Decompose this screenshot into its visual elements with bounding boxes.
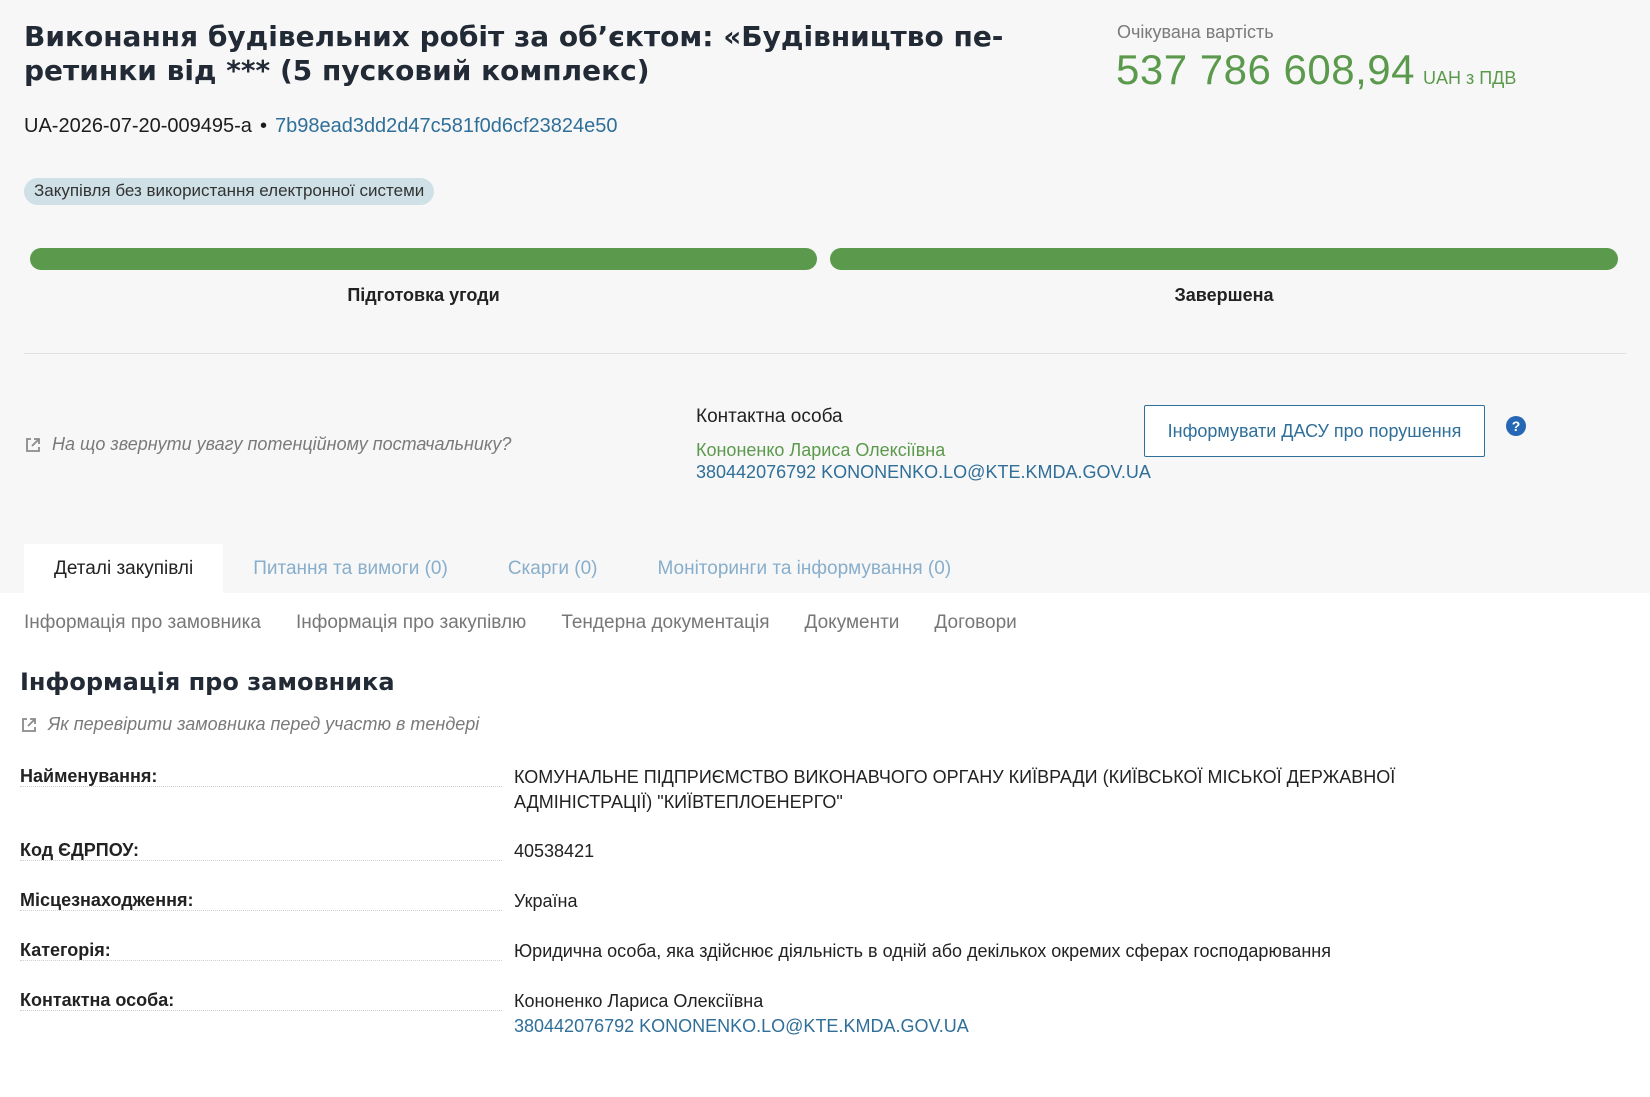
row-label-category: Категорія: bbox=[20, 940, 113, 960]
row-value-location: Україна bbox=[514, 891, 578, 911]
title-line-2: ретинки від *** (5 пусковий комплекс) bbox=[24, 54, 650, 87]
tender-ids: UA-2026-07-20-009495-a • 7b98ead3dd2d47c58… bbox=[24, 115, 618, 138]
row-label-edrpou: Код ЄДРПОУ: bbox=[20, 840, 142, 860]
subnav-procurement-info[interactable]: Інформація про закупівлю bbox=[296, 612, 526, 634]
tab-questions[interactable]: Питання та вимоги (0) bbox=[223, 544, 478, 593]
row-value-name: КОМУНАЛЬНЕ ПІДПРИЄМСТВО ВИКОНАВЧОГО ОРГА… bbox=[514, 767, 1396, 812]
contact-label: Контактна особа bbox=[696, 406, 843, 427]
tab-complaints[interactable]: Скарги (0) bbox=[478, 544, 628, 593]
contact-details: 380442076792 KONONENKO.LO@KTE.KMDA.GOV.U… bbox=[696, 462, 1151, 483]
external-link-icon bbox=[22, 717, 36, 732]
customer-check-text: Як перевірити замовника перед участю в т… bbox=[48, 714, 480, 734]
id-separator: • bbox=[259, 115, 267, 137]
title-line-1: Виконання будівельних робіт за об’єктом:… bbox=[24, 20, 1004, 53]
divider bbox=[24, 353, 1626, 354]
stage-label-2: Завершена bbox=[1174, 285, 1274, 305]
progress-bar-stage-1 bbox=[30, 248, 817, 270]
price-row: 537 786 608,94 UAH з ПДВ bbox=[1116, 46, 1516, 94]
row-value-contact-link[interactable]: 380442076792 KONONENKO.LO@KTE.KMDA.GOV.U… bbox=[514, 1014, 1514, 1039]
stage-label-1: Підготовка угоди bbox=[347, 285, 500, 305]
contact-email-link[interactable]: KONONENKO.LO@KTE.KMDA.GOV.UA bbox=[821, 462, 1151, 482]
supplier-hint-text: На що звернути увагу потенційному постач… bbox=[52, 434, 512, 454]
page-title: Виконання будівельних робіт за об’єктом:… bbox=[24, 20, 1024, 88]
external-link-icon bbox=[26, 437, 40, 452]
subnav-documents[interactable]: Документи bbox=[805, 612, 900, 634]
tender-hash-link[interactable]: 7b98ead3dd2d47c581f0d6cf23824e50 bbox=[275, 115, 618, 137]
row-label-contact: Контактна особа: bbox=[20, 990, 177, 1010]
price-unit: UAH з ПДВ bbox=[1422, 68, 1517, 88]
progress-bar-stage-2 bbox=[830, 248, 1618, 270]
supplier-hint-link[interactable]: На що звернути увагу потенційному постач… bbox=[24, 434, 511, 455]
section-nav: Інформація про замовника Інформація про … bbox=[24, 612, 1017, 634]
row-value-contact-name: Кононенко Лариса Олексіївна bbox=[514, 991, 764, 1011]
section-title: Інформація про замовника bbox=[20, 668, 395, 696]
tab-monitoring[interactable]: Моніторинги та інформування (0) bbox=[627, 544, 981, 593]
row-value-edrpou: 40538421 bbox=[514, 841, 595, 861]
customer-check-link[interactable]: Як перевірити замовника перед участю в т… bbox=[20, 714, 479, 735]
help-icon[interactable]: ? bbox=[1506, 416, 1526, 436]
row-label-name: Найменування: bbox=[20, 766, 160, 786]
inform-dasu-button[interactable]: Інформувати ДАСУ про порушення bbox=[1144, 405, 1485, 457]
tab-procurement-details[interactable]: Деталі закупівлі bbox=[24, 544, 224, 593]
contact-name: Кононенко Лариса Олексіївна bbox=[696, 440, 946, 460]
tender-id: UA-2026-07-20-009495-a bbox=[24, 115, 252, 137]
tender-header: Виконання будівельних робіт за об’єктом:… bbox=[0, 0, 1650, 593]
subnav-contracts[interactable]: Договори bbox=[934, 612, 1016, 634]
tab-bar: Деталі закупівлі Питання та вимоги (0) С… bbox=[24, 544, 981, 593]
contact-phone-link[interactable]: 380442076792 bbox=[696, 462, 816, 482]
subnav-tender-docs[interactable]: Тендерна документація bbox=[561, 612, 769, 634]
subnav-customer-info[interactable]: Інформація про замовника bbox=[24, 612, 261, 634]
price-label: Очікувана вартість bbox=[1117, 22, 1274, 42]
row-label-location: Місцезнаходження: bbox=[20, 890, 196, 910]
procurement-type-badge: Закупівля без використання електронної с… bbox=[24, 178, 435, 205]
row-value-category: Юридична особа, яка здійснює діяльність … bbox=[514, 941, 1331, 961]
price-value: 537 786 608,94 bbox=[1116, 46, 1415, 93]
